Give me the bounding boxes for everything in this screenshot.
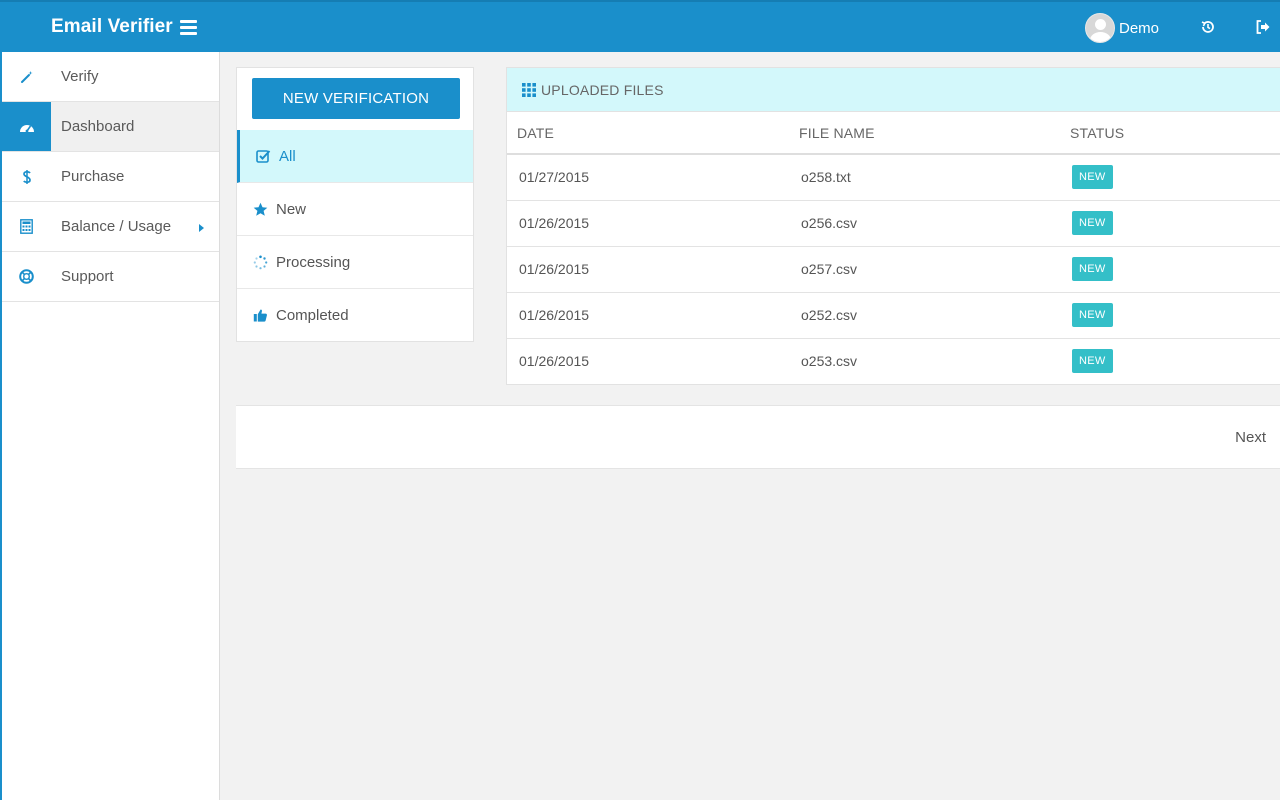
panel-title: UPLOADED FILES — [541, 81, 664, 98]
file-name[interactable]: o252.csv — [789, 292, 1060, 339]
filter-processing[interactable]: Processing — [237, 236, 473, 289]
star-icon — [252, 201, 268, 217]
sidebar-item-label: Balance / Usage — [61, 218, 172, 235]
column-header-file-name[interactable]: FILE NAME — [789, 112, 1060, 155]
filter-label: All — [279, 147, 296, 165]
user-name: Demo — [1119, 19, 1160, 37]
status-badge: NEW — [1072, 257, 1113, 281]
status-badge: NEW — [1072, 165, 1113, 190]
table-row[interactable]: 01/26/2015 o253.csv NEW — [507, 338, 1280, 384]
sidebar-item-label: Purchase — [61, 168, 125, 185]
filter-label: New — [276, 200, 307, 218]
thumbs-up-icon — [252, 308, 268, 324]
calculator-icon — [2, 202, 51, 251]
status-badge: NEW — [1072, 349, 1113, 374]
filter-completed[interactable]: Completed — [237, 289, 473, 342]
status-badge: NEW — [1072, 211, 1113, 235]
logout-icon[interactable] — [1255, 19, 1271, 35]
filter-label: Processing — [276, 253, 351, 271]
column-header-status[interactable]: STATUS — [1060, 112, 1280, 155]
pagination-bar: Next — [236, 405, 1280, 469]
sidebar-item-label: Dashboard — [61, 118, 135, 135]
sidebar-item-purchase[interactable]: Purchase — [2, 152, 219, 202]
table-row[interactable]: 01/26/2015 o256.csv NEW — [507, 200, 1280, 247]
filter-new[interactable]: New — [237, 183, 473, 236]
file-name[interactable]: o258.txt — [789, 154, 1060, 201]
files-table: DATE FILE NAME STATUS 01/27/2015 o258.tx… — [507, 112, 1280, 384]
avatar — [1085, 13, 1115, 43]
file-date: 01/26/2015 — [507, 246, 789, 293]
magic-wand-icon — [2, 52, 51, 101]
file-name[interactable]: o253.csv — [789, 338, 1060, 384]
table-row[interactable]: 01/26/2015 o252.csv NEW — [507, 292, 1280, 339]
file-name[interactable]: o256.csv — [789, 200, 1060, 247]
table-row[interactable]: 01/27/2015 o258.txt NEW — [507, 154, 1280, 201]
file-date: 01/26/2015 — [519, 353, 590, 370]
dashboard-icon — [2, 102, 51, 151]
new-verification-button[interactable]: NEW VERIFICATION — [252, 78, 460, 119]
sidebar: Verify Dashboard Purchase Balance / Usag… — [0, 52, 220, 800]
app-title[interactable]: Email Verifier — [51, 16, 173, 38]
sidebar-item-dashboard[interactable]: Dashboard — [2, 102, 219, 152]
sidebar-item-label: Verify — [61, 68, 99, 85]
hamburger-menu-icon[interactable] — [180, 20, 197, 36]
check-square-icon — [255, 148, 271, 164]
filter-list: All New Processing Completed — [237, 130, 473, 342]
user-menu[interactable]: Demo — [1085, 13, 1159, 43]
file-date: 01/27/2015 — [507, 154, 789, 201]
panel-header: UPLOADED FILES — [507, 68, 1280, 112]
uploaded-files-panel: UPLOADED FILES DATE FILE NAME STATUS 01/… — [506, 67, 1280, 385]
file-date: 01/26/2015 — [507, 200, 789, 247]
filter-label: Completed — [276, 307, 349, 324]
filter-panel: NEW VERIFICATION All New Processing Comp… — [236, 67, 474, 342]
filter-all[interactable]: All — [237, 130, 473, 183]
status-badge: NEW — [1072, 303, 1113, 327]
lifebuoy-icon — [2, 252, 51, 301]
history-icon[interactable] — [1200, 19, 1216, 35]
grid-icon — [522, 82, 536, 97]
next-page-link[interactable]: Next — [1235, 429, 1266, 446]
column-header-date[interactable]: DATE — [507, 112, 789, 155]
sidebar-item-verify[interactable]: Verify — [2, 52, 219, 102]
table-header-row: DATE FILE NAME STATUS — [507, 112, 1280, 155]
file-name[interactable]: o257.csv — [789, 246, 1060, 293]
dollar-icon — [2, 152, 51, 201]
sidebar-item-support[interactable]: Support — [2, 252, 219, 302]
top-navbar: Email Verifier Demo — [0, 0, 1280, 52]
file-date: 01/26/2015 — [507, 292, 789, 339]
sidebar-item-label: Support — [61, 268, 114, 285]
sidebar-item-balance-usage[interactable]: Balance / Usage — [2, 202, 219, 252]
spinner-icon — [252, 254, 268, 270]
table-row[interactable]: 01/26/2015 o257.csv NEW — [507, 246, 1280, 293]
chevron-right-icon — [199, 224, 204, 232]
